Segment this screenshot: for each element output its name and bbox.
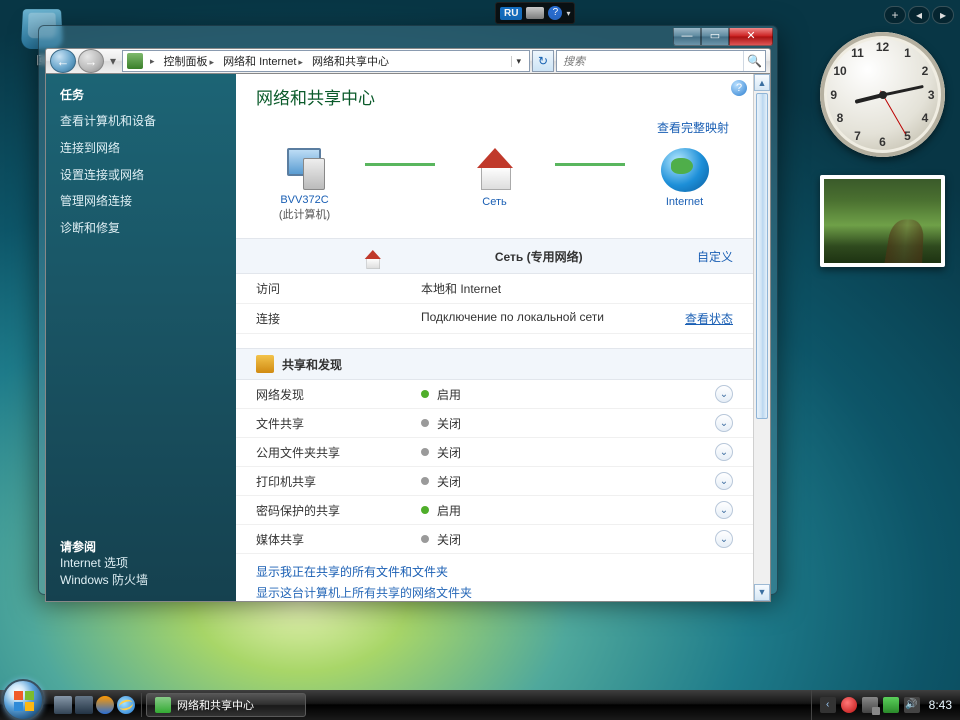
- media-player-icon[interactable]: [96, 696, 114, 714]
- expand-button[interactable]: ⌄: [715, 472, 733, 490]
- network-map: BVV372C (此计算机) Сеть Internet: [236, 142, 753, 238]
- row-printer-sharing: 打印机共享关闭 ⌄: [236, 467, 753, 496]
- map-network[interactable]: Сеть: [435, 148, 555, 220]
- sidebar-view-devices[interactable]: 查看计算机和设备: [60, 113, 222, 130]
- taskbar-app-icon: [155, 697, 171, 713]
- access-value: 本地和 Internet: [421, 280, 733, 297]
- tray-overflow-icon[interactable]: ‹: [820, 697, 836, 713]
- address-bar[interactable]: 控制面板 网络和 Internet 网络和共享中心 ▾: [122, 50, 530, 72]
- show-shared-folders-link[interactable]: 显示这台计算机上所有共享的网络文件夹: [256, 586, 472, 600]
- connection-value: Подключение по локальной сети: [421, 310, 685, 327]
- navigation-toolbar: ← → ▾ 控制面板 网络和 Internet 网络和共享中心 ▾ ↻ 搜索 🔍: [45, 48, 771, 74]
- gadget-prev-button[interactable]: ◂: [908, 6, 930, 24]
- breadcrumb-control-panel[interactable]: 控制面板: [162, 52, 219, 70]
- langbar-options-icon[interactable]: ▾: [566, 9, 570, 18]
- access-label: 访问: [256, 280, 421, 297]
- sidebar-manage-connections[interactable]: 管理网络连接: [60, 193, 222, 210]
- switch-windows-icon[interactable]: [75, 696, 93, 714]
- address-dropdown[interactable]: ▾: [511, 56, 525, 67]
- expand-button[interactable]: ⌄: [715, 443, 733, 461]
- vertical-scrollbar[interactable]: ▲ ▼: [753, 74, 770, 601]
- map-link-2: [555, 163, 625, 166]
- tasks-heading: 任务: [60, 86, 222, 103]
- tray-clock[interactable]: 8:43: [925, 698, 952, 712]
- slideshow-gadget[interactable]: [820, 175, 945, 267]
- seealso-internet-options[interactable]: Internet 选项: [60, 556, 128, 570]
- nav-history-dropdown[interactable]: ▾: [106, 54, 120, 68]
- page-title: 网络和共享中心: [236, 84, 753, 119]
- sidebar-setup-connection[interactable]: 设置连接或网络: [60, 167, 222, 184]
- view-status-link[interactable]: 查看状态: [685, 310, 733, 327]
- breadcrumb-network-internet[interactable]: 网络和 Internet: [221, 52, 307, 70]
- row-password-protected-sharing: 密码保护的共享启用 ⌄: [236, 496, 753, 525]
- expand-button[interactable]: ⌄: [715, 385, 733, 403]
- close-button[interactable]: ✕: [729, 28, 773, 46]
- clock-gadget[interactable]: 12 1 2 3 4 5 6 7 8 9 10 11: [820, 32, 945, 157]
- seealso-heading: 请参阅: [60, 538, 222, 555]
- computer-icon: [281, 146, 329, 190]
- network-section-header: Сеть (专用网络) 自定义: [236, 238, 753, 274]
- search-input[interactable]: 搜索 🔍: [556, 50, 766, 72]
- tray-network-icon[interactable]: [862, 697, 878, 713]
- expand-button[interactable]: ⌄: [715, 414, 733, 432]
- sidebar-diagnose-repair[interactable]: 诊断和修复: [60, 220, 222, 237]
- scroll-up-button[interactable]: ▲: [754, 74, 770, 91]
- row-public-folder-sharing: 公用文件夹共享关闭 ⌄: [236, 438, 753, 467]
- input-language[interactable]: RU: [500, 7, 522, 20]
- taskbar-active-window[interactable]: 网络和共享中心: [146, 693, 306, 717]
- taskbar: 网络和共享中心 ‹ 🔊 8:43: [0, 690, 960, 720]
- keyboard-icon[interactable]: [526, 7, 544, 19]
- control-panel-window: — ▭ ✕ ← → ▾ 控制面板 网络和 Internet 网络和共享中心 ▾ …: [38, 25, 778, 595]
- tray-security-icon[interactable]: [841, 697, 857, 713]
- map-link-1: [365, 163, 435, 166]
- gadget-add-button[interactable]: +: [884, 6, 906, 24]
- sidebar-connect-network[interactable]: 连接到网络: [60, 140, 222, 157]
- tasks-sidebar: 任务 查看计算机和设备 连接到网络 设置连接或网络 管理网络连接 诊断和修复 请…: [46, 74, 236, 601]
- row-media-sharing: 媒体共享关闭 ⌄: [236, 525, 753, 554]
- row-file-sharing: 文件共享关闭 ⌄: [236, 409, 753, 438]
- expand-button[interactable]: ⌄: [715, 501, 733, 519]
- internet-explorer-icon[interactable]: [117, 696, 135, 714]
- expand-button[interactable]: ⌄: [715, 530, 733, 548]
- tray-volume-icon[interactable]: 🔊: [904, 697, 920, 713]
- internet-icon: [661, 148, 709, 192]
- show-desktop-icon[interactable]: [54, 696, 72, 714]
- network-small-icon: [362, 250, 370, 258]
- language-bar[interactable]: RU ? ▾: [495, 2, 575, 24]
- connection-label: 连接: [256, 310, 421, 327]
- customize-link[interactable]: 自定义: [697, 248, 733, 265]
- help-icon[interactable]: ?: [731, 80, 747, 96]
- view-full-map-link[interactable]: 查看完整映射: [657, 121, 729, 135]
- sharing-section-header: 共享和发现: [236, 348, 753, 380]
- maximize-button[interactable]: ▭: [701, 28, 729, 46]
- help-icon[interactable]: ?: [548, 6, 562, 20]
- scroll-down-button[interactable]: ▼: [754, 584, 770, 601]
- back-button[interactable]: ←: [50, 49, 76, 73]
- system-tray: ‹ 🔊 8:43: [811, 690, 960, 720]
- quick-launch: [48, 693, 142, 717]
- start-button[interactable]: [2, 679, 44, 720]
- map-this-pc[interactable]: BVV372C (此计算机): [245, 146, 365, 222]
- scroll-thumb[interactable]: [756, 93, 768, 419]
- network-icon: [471, 148, 519, 192]
- forward-button[interactable]: →: [78, 49, 104, 73]
- search-icon[interactable]: 🔍: [743, 51, 765, 71]
- breadcrumb-network-center[interactable]: 网络和共享中心: [310, 52, 391, 70]
- content-pane: ? 网络和共享中心 查看完整映射 BVV372C (此计算机) Сеть: [236, 74, 753, 601]
- sharing-icon: [256, 355, 274, 373]
- tray-battery-icon[interactable]: [883, 697, 899, 713]
- show-shared-files-link[interactable]: 显示我正在共享的所有文件和文件夹: [256, 562, 733, 584]
- gadget-next-button[interactable]: ▸: [932, 6, 954, 24]
- refresh-button[interactable]: ↻: [532, 50, 554, 72]
- seealso-windows-firewall[interactable]: Windows 防火墙: [60, 573, 148, 587]
- control-panel-icon: [127, 53, 143, 69]
- minimize-button[interactable]: —: [673, 28, 701, 46]
- map-internet[interactable]: Internet: [625, 148, 745, 220]
- row-network-discovery: 网络发现启用 ⌄: [236, 380, 753, 409]
